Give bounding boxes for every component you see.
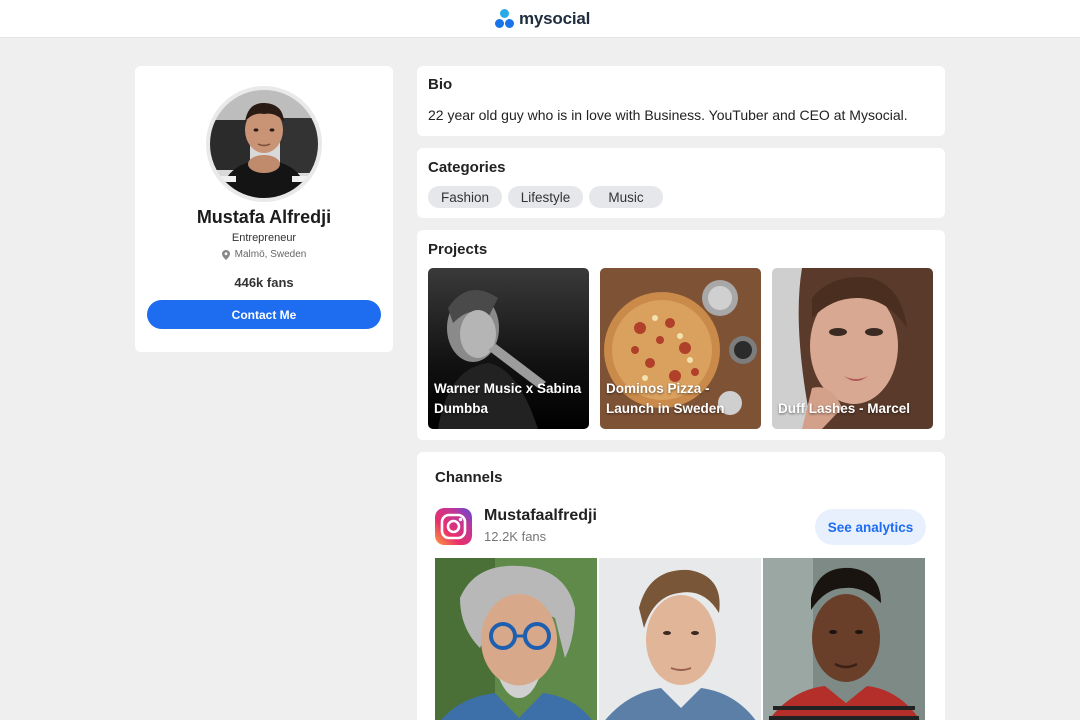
fans-count: 446k fans <box>234 275 294 290</box>
contact-me-button[interactable]: Contact Me <box>147 300 381 329</box>
bio-card: Bio 22 year old guy who is in love with … <box>417 66 945 136</box>
avatar <box>206 86 322 202</box>
project-label: Duff Lashes - Marcel <box>778 401 911 416</box>
bio-title: Bio <box>428 76 453 93</box>
location-text: Malmö, Sweden <box>234 249 307 260</box>
categories-card: Categories Fashion Lifestyle Music <box>417 148 945 218</box>
brand-name: mysocial <box>519 9 591 28</box>
channel-photo[interactable] <box>763 558 925 720</box>
profile-name: Mustafa Alfredji <box>196 207 332 227</box>
category-chip-lifestyle[interactable]: Lifestyle <box>508 186 583 208</box>
bio-text: 22 year old guy who is in love with Busi… <box>428 107 908 123</box>
category-chip-music[interactable]: Music <box>589 186 663 208</box>
top-bar: mysocial <box>0 0 1080 38</box>
projects-title: Projects <box>428 241 488 258</box>
instagram-icon[interactable] <box>435 508 472 545</box>
location-pin-icon <box>221 249 230 260</box>
channels-card: Channels Mustafaalfredji 12.2K fans See … <box>417 452 945 720</box>
project-label: Warner Music x Sabina Dumbba <box>434 381 582 416</box>
profile-role: Entrepreneur <box>231 232 297 244</box>
see-analytics-button[interactable]: See analytics <box>815 509 926 545</box>
categories-title: Categories <box>428 159 506 176</box>
project-tile[interactable]: Duff Lashes - Marcel <box>772 268 933 429</box>
channel-name[interactable]: Mustafaalfredji <box>484 507 597 525</box>
three-dots-logo-icon <box>494 8 516 30</box>
channel-photo[interactable] <box>599 558 761 720</box>
project-tile[interactable]: Warner Music x Sabina Dumbba <box>428 268 589 429</box>
channels-title: Channels <box>435 469 503 486</box>
projects-card: Projects Warner Music x Sabina Dumbba Do… <box>417 230 945 440</box>
category-chip-fashion[interactable]: Fashion <box>428 186 502 208</box>
channel-fans: 12.2K fans <box>484 529 547 544</box>
project-label: Dominos Pizza - Launch in Sweden <box>606 381 725 416</box>
profile-location: Malmö, Sweden <box>135 249 393 260</box>
channel-photo[interactable] <box>435 558 597 720</box>
profile-card: Mustafa Alfredji Entrepreneur Malmö, Swe… <box>135 66 393 352</box>
brand[interactable]: mysocial <box>494 7 590 31</box>
project-tile[interactable]: Dominos Pizza - Launch in Sweden <box>600 268 761 429</box>
